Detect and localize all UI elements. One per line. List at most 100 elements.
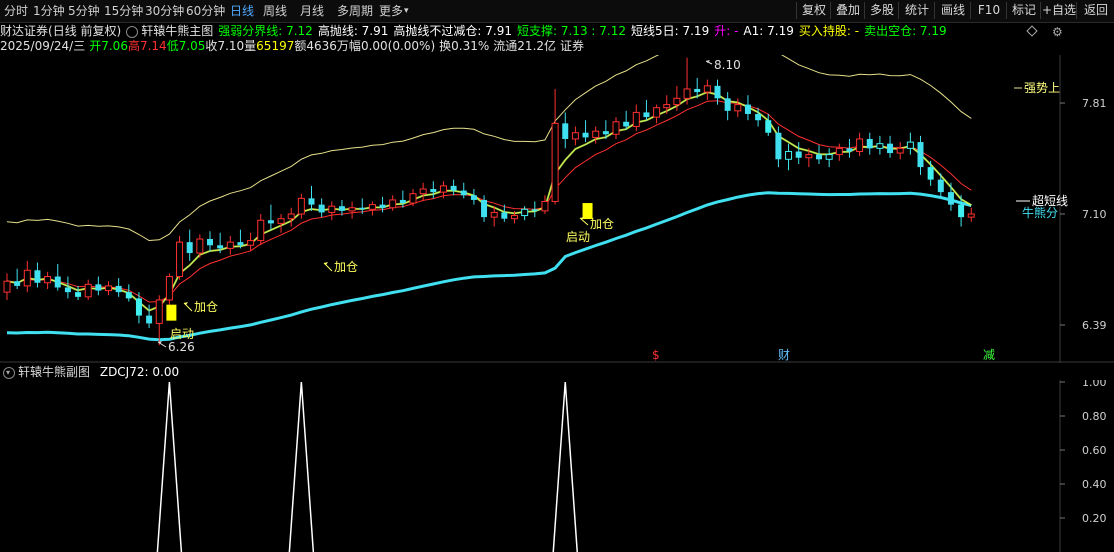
candle-body [531,209,538,211]
period-tab-10[interactable]: 更多 [379,3,403,19]
quote-range-label: 幅 [348,39,361,53]
y-tick-label: 1.00 [1082,380,1107,389]
toolbar-button-6[interactable]: 标记 [1006,2,1041,19]
indicator-value-0: 7.12 [282,24,313,38]
quote-high: 7.14 [139,39,167,53]
toolbar-button-1[interactable]: 叠加 [830,2,865,19]
candle-body [653,107,661,118]
quote-range: 0.00(0.00%) [360,39,436,53]
indicator-value-4: 7.19 [678,24,710,38]
toolbar-button-2[interactable]: 多股 [864,2,899,19]
candle-body [247,240,255,246]
candle-body [694,88,701,93]
period-tab-5[interactable]: 60分钟 [186,3,225,19]
candle-body [805,154,813,159]
circle-arrow-icon[interactable]: ▾ [3,366,15,379]
toolbar-button-0[interactable]: 复权 [796,2,831,19]
quote-open-label: 开 [89,39,102,53]
toolbar-button-3[interactable]: 统计 [898,2,935,19]
candle-body [703,85,711,93]
quote-amount: 4636万 [306,39,349,53]
candle-body [267,220,274,224]
candle-body [896,147,904,154]
event-mark[interactable]: $ [652,348,660,362]
toolbar-button-5[interactable]: F10 [970,2,1007,19]
toolbar-button-7[interactable]: +自选 [1040,2,1077,19]
indicator-label-0: 强弱分界线: [218,24,283,38]
candle-body [490,211,498,218]
y-tick-label: 0.60 [1082,444,1107,457]
quote-turnover: 0.31% [451,39,490,53]
candle-body [318,204,325,213]
candle-body [75,292,82,297]
quote-close: 7.10 [217,39,245,53]
candle-body [937,179,944,193]
indicator-value-7: - [850,24,860,38]
candle-body [521,208,529,217]
candle-body [501,212,508,219]
signal-spike [156,381,183,552]
diamond-icon[interactable] [1026,25,1038,37]
indicator-value-8: 7.19 [916,24,947,38]
event-mark[interactable]: 减 [983,348,995,362]
candle-body [906,141,914,149]
short-term-line [6,91,972,312]
add-position-label: 加仓 [590,217,614,231]
candle-body [470,195,477,200]
toolbar-button-4[interactable]: 画线 [934,2,971,19]
period-tab-3[interactable]: 15分钟 [104,3,143,19]
candle-body [186,242,193,254]
arrowhead-icon [184,302,188,305]
toolbar-button-8[interactable]: 返回 [1076,2,1114,19]
main-kline-chart[interactable]: 7.817.106.398.106.26加仓加仓加仓启动启动强势上超短线牛熊分$… [0,55,1114,363]
candle-body [226,241,234,249]
quote-volume: 65197 [256,39,295,53]
high-value-label: 8.10 [714,58,741,72]
indicator-name[interactable]: 轩辕牛熊主图 [141,24,213,38]
candle-body [724,98,731,111]
event-mark[interactable]: 财 [778,348,790,362]
period-toolbar: 分时 1分钟 5分钟 15分钟 30分钟 60分钟 日线 周线 月线 多周期 更多 ▾ 复权 叠加 多股 统计… [0,0,1114,23]
candle-body [115,285,122,293]
sub-indicator-name[interactable]: 轩辕牛熊副图 [18,365,90,379]
candle-body [95,284,102,291]
add-position-label: 加仓 [334,260,358,274]
period-tab-1[interactable]: 1分钟 [33,3,65,19]
candle-body [277,218,285,224]
circle-arrow-icon[interactable] [126,25,139,38]
period-tab-0[interactable]: 分时 [4,3,28,19]
candle-body [663,104,671,109]
candle-body [551,122,559,202]
candle-body [399,199,406,204]
quote-info-line: 2025/09/24/三 开7.06高7.14低7.05收7.10量65197额4… [0,38,584,54]
period-tab-4[interactable]: 30分钟 [145,3,184,19]
candle-body [105,285,112,292]
sub-indicator-value: 0.00 [152,365,180,379]
period-tab-7[interactable]: 周线 [263,3,287,19]
y-tick-label: 0.40 [1082,478,1107,491]
candle-body [602,131,609,135]
candle-body [439,185,447,193]
more-dropdown-icon[interactable]: ▾ [404,3,409,19]
stock-mode: (日线 前复权) [48,24,122,38]
candle-body [632,111,640,127]
period-tab-6[interactable]: 日线 [230,3,254,19]
quote-float: 21.2亿 [517,39,557,53]
stock-name[interactable]: 财达证券 [0,24,48,38]
indicator-label-4: 短线5日: [630,24,679,38]
gear-icon[interactable]: ⚙ [1052,24,1063,40]
indicator-value-5: - [730,24,739,38]
sub-indicator-chart[interactable]: 1.00 0.80 0.60 0.40 0.20 [0,380,1114,552]
candle-body [612,121,620,135]
candle-body [592,130,600,138]
period-tab-2[interactable]: 5分钟 [68,3,100,19]
candle-body [785,150,793,160]
candle-body [623,121,630,127]
signal-spike [288,381,315,552]
period-tab-8[interactable]: 月线 [300,3,324,19]
period-tab-9[interactable]: 多周期 [337,3,373,19]
start-label: 启动 [566,230,590,244]
quote-sector: 证券 [560,39,585,53]
candle-body [165,276,173,301]
candle-body [734,104,742,112]
